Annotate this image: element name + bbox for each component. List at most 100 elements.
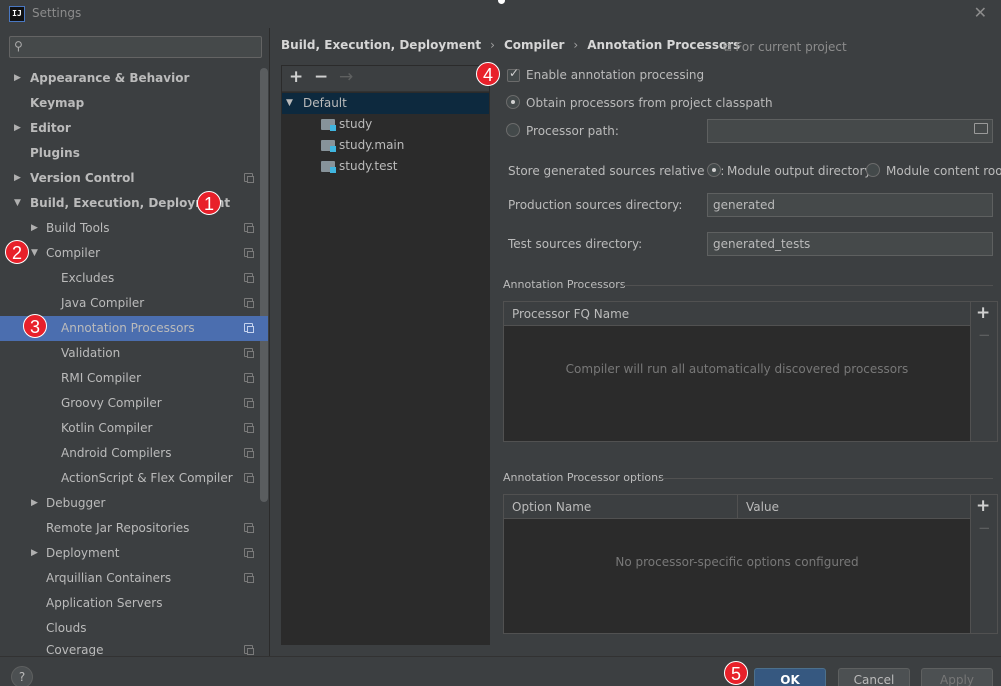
test-sources-input[interactable]: generated_tests [707, 232, 993, 256]
help-button[interactable]: ? [11, 666, 33, 686]
sidebar-item-appearance[interactable]: ▶ Appearance & Behavior [0, 66, 268, 91]
sidebar-item-deployment[interactable]: ▶ Deployment [0, 541, 268, 566]
ok-button[interactable]: OK [754, 668, 826, 686]
processors-table[interactable]: Processor FQ Name Compiler will run all … [503, 301, 998, 442]
processor-options-section-title: Annotation Processor options [503, 471, 664, 484]
project-scope-icon [244, 548, 254, 558]
option-name-column[interactable]: Option Name [504, 495, 738, 519]
profile-module-row[interactable]: study.main [282, 135, 489, 156]
sidebar-item-java-compiler[interactable]: Java Compiler [0, 291, 268, 316]
step-badge-4: 4 [476, 62, 500, 86]
project-scope-icon [244, 323, 254, 333]
sidebar-item-label: ActionScript & Flex Compiler [61, 471, 233, 485]
collapse-arrow-icon[interactable]: ▼ [31, 241, 38, 266]
sidebar-item-keymap[interactable]: Keymap [0, 91, 268, 116]
module-folder-icon [321, 119, 336, 131]
sidebar-item-plugins[interactable]: Plugins [0, 141, 268, 166]
profiles-toolbar: + − → [282, 66, 489, 92]
sidebar-item-label: Version Control [30, 171, 135, 185]
cancel-button[interactable]: Cancel [838, 668, 910, 686]
sidebar-item-label: Keymap [30, 96, 85, 110]
breadcrumb-separator: › [573, 38, 579, 52]
browse-folder-icon[interactable] [974, 123, 988, 134]
remove-profile-button[interactable]: − [314, 67, 328, 87]
sidebar-item-version-control[interactable]: ▶ Version Control [0, 166, 268, 191]
expand-arrow-icon[interactable]: ▶ [31, 541, 38, 566]
sidebar-item-kotlin-compiler[interactable]: Kotlin Compiler [0, 416, 268, 441]
project-scope-icon [244, 523, 254, 533]
processor-fq-name-column[interactable]: Processor FQ Name [504, 302, 629, 326]
test-sources-value: generated_tests [713, 237, 811, 251]
annotation-processors-panel: Build, Execution, Deployment › Compiler › An… [271, 28, 1001, 656]
enable-annotation-processing-checkbox[interactable] [507, 66, 520, 82]
collapse-arrow-icon[interactable]: ▼ [286, 93, 293, 114]
module-output-directory-radio[interactable] [707, 163, 721, 177]
sidebar-item-arquillian-containers[interactable]: Arquillian Containers [0, 566, 268, 591]
step-badge-2: 2 [5, 240, 29, 264]
breadcrumb-separator: › [490, 38, 495, 52]
sidebar-item-compiler[interactable]: ▼ Compiler [0, 241, 268, 266]
sidebar-item-android-compilers[interactable]: Android Compilers [0, 441, 268, 466]
sidebar-item-editor[interactable]: ▶ Editor [0, 116, 268, 141]
close-icon[interactable]: ✕ [974, 3, 987, 22]
breadcrumb-part: Compiler [503, 38, 565, 52]
profile-default[interactable]: ▼ Default [282, 93, 489, 114]
expand-arrow-icon[interactable]: ▶ [14, 116, 21, 141]
processor-path-field[interactable] [707, 119, 993, 143]
add-option-button[interactable]: + [976, 496, 990, 516]
annotation-settings-form: Enable annotation processing Obtain proc… [499, 65, 1001, 645]
add-profile-button[interactable]: + [289, 67, 303, 87]
obtain-from-classpath-label[interactable]: Obtain processors from project classpath [526, 96, 773, 110]
sidebar-item-application-servers[interactable]: Application Servers [0, 591, 268, 616]
apply-button[interactable]: Apply [921, 668, 993, 686]
sidebar-item-excludes[interactable]: Excludes [0, 266, 268, 291]
sidebar-item-validation[interactable]: Validation [0, 341, 268, 366]
processor-path-label[interactable]: Processor path: [526, 124, 619, 138]
obtain-from-classpath-radio[interactable] [506, 95, 520, 109]
module-output-directory-label[interactable]: Module output directory [727, 164, 872, 178]
module-label: study.test [339, 159, 398, 173]
module-content-root-label[interactable]: Module content root [886, 164, 1001, 178]
production-sources-input[interactable]: generated [707, 193, 993, 217]
sidebar-item-build-tools[interactable]: ▶ Build Tools [0, 216, 268, 241]
project-scope-icon [244, 373, 254, 383]
remove-processor-button[interactable]: − [978, 326, 991, 344]
breadcrumb-part: Annotation Processors [587, 38, 741, 52]
settings-search-input[interactable]: ⚲ [9, 36, 262, 58]
collapse-arrow-icon[interactable]: ▼ [14, 191, 21, 216]
profile-module-row[interactable]: study [282, 114, 489, 135]
expand-arrow-icon[interactable]: ▶ [14, 166, 21, 191]
profile-module-row[interactable]: study.test [282, 156, 489, 177]
project-scope-icon [244, 645, 254, 655]
sidebar-item-actionscript-flex-compiler[interactable]: ActionScript & Flex Compiler [0, 466, 268, 491]
options-table-header: Option Name Value [504, 495, 970, 519]
sidebar-item-build-execution-deployment[interactable]: ▼ Build, Execution, Deployment [0, 191, 268, 216]
sidebar-item-label: Excludes [61, 271, 115, 285]
expand-arrow-icon[interactable]: ▶ [14, 66, 21, 91]
move-to-profile-button[interactable]: → [339, 67, 353, 87]
dialog-footer: ? OK Cancel Apply [0, 656, 1001, 686]
module-content-root-radio[interactable] [866, 163, 880, 177]
step-badge-5: 5 [724, 661, 748, 685]
expand-arrow-icon[interactable]: ▶ [31, 491, 38, 516]
project-scope-label: ⧉ For current project [723, 40, 847, 55]
sidebar-item-coverage[interactable]: Coverage [0, 638, 268, 656]
project-scope-icon [244, 298, 254, 308]
search-icon: ⚲ [14, 39, 23, 53]
add-processor-button[interactable]: + [976, 303, 990, 323]
enable-annotation-processing-label[interactable]: Enable annotation processing [526, 68, 704, 82]
project-scope-icon [244, 573, 254, 583]
module-folder-icon [321, 140, 336, 152]
intellij-app-icon: IJ [9, 6, 25, 22]
sidebar-item-rmi-compiler[interactable]: RMI Compiler [0, 366, 268, 391]
sidebar-item-label: Validation [61, 346, 121, 360]
expand-arrow-icon[interactable]: ▶ [31, 216, 38, 241]
processor-path-radio[interactable] [506, 123, 520, 137]
remove-option-button[interactable]: − [978, 519, 991, 537]
sidebar-item-debugger[interactable]: ▶ Debugger [0, 491, 268, 516]
sidebar-item-label: Editor [30, 121, 71, 135]
sidebar-item-groovy-compiler[interactable]: Groovy Compiler [0, 391, 268, 416]
processor-options-table[interactable]: Option Name Value No processor-specific … [503, 494, 998, 634]
sidebar-item-remote-jar-repositories[interactable]: Remote Jar Repositories [0, 516, 268, 541]
option-value-column[interactable]: Value [738, 495, 779, 519]
